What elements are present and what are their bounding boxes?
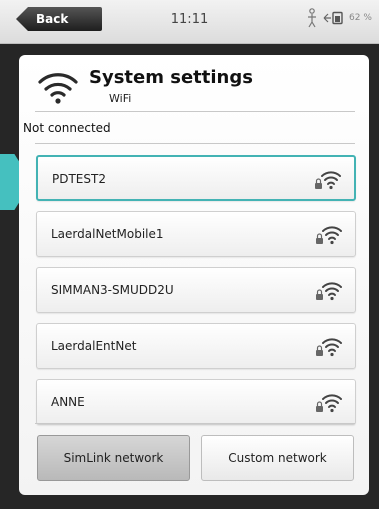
- custom-network-button[interactable]: Custom network: [201, 435, 354, 481]
- network-name: PDTEST2: [52, 172, 106, 186]
- page-title: System settings: [89, 67, 253, 88]
- panel-header: System settings WiFi: [37, 65, 357, 115]
- network-list: PDTEST2 LaerdalNetMobile1 SIMMAN3-SMUDD2…: [36, 155, 356, 435]
- connection-status: Not connected: [23, 121, 111, 135]
- wifi-lock-icon: [315, 278, 343, 306]
- status-divider: [35, 143, 355, 144]
- battery-icon: [323, 11, 345, 25]
- network-name: SIMMAN3-SMUDD2U: [51, 283, 174, 297]
- simlink-network-button[interactable]: SimLink network: [37, 435, 190, 481]
- network-name: LaerdalEntNet: [51, 339, 137, 353]
- network-name: LaerdalNetMobile1: [51, 227, 164, 241]
- network-item[interactable]: LaerdalEntNet: [36, 323, 356, 369]
- page-subtitle: WiFi: [109, 92, 132, 105]
- battery-level: 62 %: [349, 13, 372, 23]
- network-item[interactable]: PDTEST2: [36, 155, 356, 201]
- wifi-lock-icon: [315, 334, 343, 362]
- wifi-lock-icon: [315, 222, 343, 250]
- network-name: ANNE: [51, 395, 85, 409]
- wifi-lock-icon: [315, 390, 343, 418]
- person-icon: [305, 8, 319, 28]
- footer-divider: [35, 423, 355, 424]
- settings-panel: System settings WiFi Not connected PDTES…: [19, 55, 369, 495]
- status-icons: 62 %: [305, 6, 379, 30]
- custom-network-label: Custom network: [228, 451, 327, 465]
- network-item[interactable]: SIMMAN3-SMUDD2U: [36, 267, 356, 313]
- device-frame: Back 11:11 62 % System settings WiFi Not…: [0, 0, 379, 509]
- network-item[interactable]: ANNE: [36, 379, 356, 425]
- wifi-icon: [37, 69, 79, 109]
- header-divider: [35, 111, 355, 112]
- status-bar: Back 11:11 62 %: [0, 0, 379, 44]
- network-item[interactable]: LaerdalNetMobile1: [36, 211, 356, 257]
- wifi-lock-icon: [314, 167, 342, 195]
- simlink-network-label: SimLink network: [63, 451, 164, 465]
